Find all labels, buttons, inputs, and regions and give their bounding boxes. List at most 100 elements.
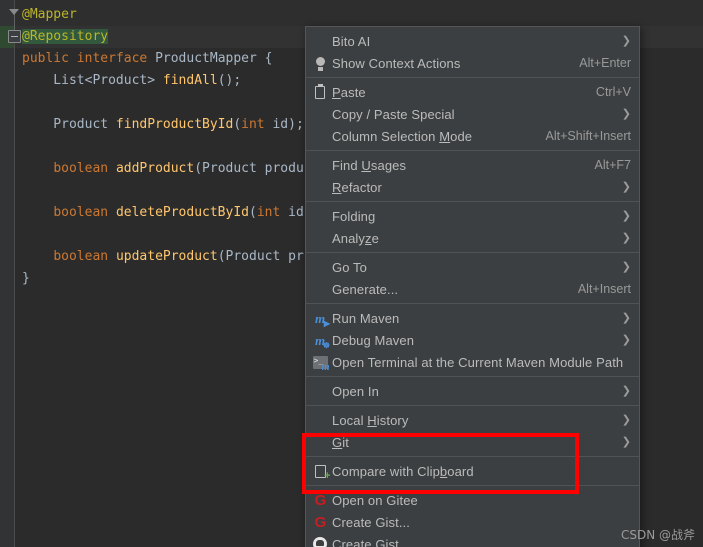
menu-item-label: Analyze: [332, 230, 379, 246]
code-token: (Product pr: [217, 249, 304, 264]
menu-item-icon-placeholder: [308, 178, 332, 196]
menu-separator: [306, 303, 639, 304]
menu-item-refactor[interactable]: Refactor ❯: [306, 176, 639, 198]
code-token: deleteProductById: [115, 205, 249, 220]
fold-collapse-triangle-icon[interactable]: [8, 7, 21, 20]
gitee-icon: G: [314, 513, 327, 531]
compare-icon: [314, 464, 331, 482]
menu-item-show-context-actions[interactable]: Show Context Actions Alt+Enter: [306, 52, 639, 74]
editor-gutter[interactable]: [0, 0, 14, 547]
menu-separator: [306, 201, 639, 202]
clipboard-icon: [308, 83, 332, 101]
code-token: (Product produ: [194, 161, 304, 176]
menu-item-icon-placeholder: [308, 280, 332, 298]
menu-item-open-terminal-at-the-current-maven-module-path[interactable]: >_ m Open Terminal at the Current Maven Mo…: [306, 351, 639, 373]
menu-item-label: Column Selection Mode: [332, 128, 473, 144]
menu-item-label: Open on Gitee: [332, 492, 418, 508]
code-token: ProductMapper: [155, 51, 257, 66]
menu-separator: [306, 456, 639, 457]
maven-run-icon: m ▶: [308, 309, 332, 328]
watermark-text: CSDN @战斧: [620, 528, 695, 542]
menu-item-icon-placeholder: [308, 433, 332, 451]
menu-item-label: Local History: [332, 412, 409, 428]
menu-item-icon-placeholder: [308, 207, 332, 225]
code-line: boolean addProduct(Product produ: [22, 158, 304, 180]
chevron-right-icon: ❯: [621, 34, 631, 47]
menu-item-icon-placeholder: [308, 411, 332, 429]
code-line: @Repository: [22, 26, 304, 48]
menu-item-find-usages[interactable]: Find Usages Alt+F7: [306, 154, 639, 176]
menu-item-label: Open Terminal at the Current Maven Modul…: [332, 354, 624, 370]
chevron-right-icon: ❯: [621, 333, 631, 346]
menu-item-label: Paste: [332, 84, 366, 100]
chevron-right-icon: ❯: [621, 260, 631, 273]
code-token: (: [249, 205, 257, 220]
menu-item-column-selection-mode[interactable]: Column Selection Mode Alt+Shift+Insert: [306, 125, 639, 147]
menu-item-create-gist[interactable]: G Create Gist...: [306, 511, 639, 533]
source-code[interactable]: @Mapper @Repository public interface Produ…: [22, 4, 304, 290]
menu-item-label: Create Gist...: [332, 536, 410, 547]
menu-item-copy-paste-special[interactable]: Copy / Paste Special ❯: [306, 103, 639, 125]
menu-item-run-maven[interactable]: m ▶ Run Maven ❯: [306, 307, 639, 329]
code-token: List<Product>: [22, 73, 163, 88]
gitee-icon: G: [308, 513, 332, 531]
menu-item-generate[interactable]: Generate... Alt+Insert: [306, 278, 639, 300]
chevron-right-icon: ❯: [621, 384, 631, 397]
code-line: boolean deleteProductById(int id: [22, 202, 304, 224]
clipboard-icon: [315, 83, 325, 99]
menu-item-label: Bito AI: [332, 33, 371, 49]
menu-item-icon-placeholder: [308, 258, 332, 276]
terminal-maven-icon: >_ m: [312, 355, 330, 373]
ide-screenshot: @Mapper @Repository public interface Produ…: [0, 0, 703, 547]
menu-item-label: Compare with Clipboard: [332, 463, 474, 479]
run-badge-icon: ▶: [323, 318, 331, 328]
menu-item-label: Debug Maven: [332, 332, 415, 348]
menu-item-open-on-gitee[interactable]: G Open on Gitee: [306, 489, 639, 511]
maven-badge-icon: m: [321, 361, 330, 373]
terminal-maven-icon: >_ m: [308, 353, 332, 373]
menu-item-analyze[interactable]: Analyze ❯: [306, 227, 639, 249]
menu-item-compare-with-clipboard[interactable]: Compare with Clipboard: [306, 460, 639, 482]
menu-item-label: Generate...: [332, 281, 399, 297]
menu-item-folding[interactable]: Folding ❯: [306, 205, 639, 227]
menu-item-shortcut: Alt+Shift+Insert: [545, 129, 631, 143]
bulb-icon: [315, 56, 326, 71]
menu-item-label: Copy / Paste Special: [332, 106, 455, 122]
menu-item-label: Go To: [332, 259, 367, 275]
menu-item-debug-maven[interactable]: m ☸ Debug Maven ❯: [306, 329, 639, 351]
menu-item-local-history[interactable]: Local History ❯: [306, 409, 639, 431]
code-token: id: [280, 205, 304, 220]
menu-separator: [306, 150, 639, 151]
code-line: Product findProductById(int id);: [22, 114, 304, 136]
menu-item-icon-placeholder: [308, 105, 332, 123]
menu-item-label: Git: [332, 434, 349, 450]
code-line: @Mapper: [22, 4, 304, 26]
menu-separator: [306, 405, 639, 406]
code-line: boolean updateProduct(Product pr: [22, 246, 304, 268]
gitee-icon: G: [308, 491, 332, 509]
menu-item-git[interactable]: Git ❯: [306, 431, 639, 453]
fold-collapse-box-icon[interactable]: [8, 30, 21, 43]
menu-item-open-in[interactable]: Open In ❯: [306, 380, 639, 402]
code-token: public: [22, 51, 69, 66]
menu-item-label: Run Maven: [332, 310, 400, 326]
menu-item-label: Find Usages: [332, 157, 407, 173]
editor-context-menu[interactable]: Bito AI ❯ Show Context Actions Alt+Enter Pas…: [305, 26, 640, 547]
code-token: interface: [76, 51, 148, 66]
menu-item-icon-placeholder: [308, 127, 332, 145]
menu-item-icon-placeholder: [308, 382, 332, 400]
code-line: List<Product> findAll();: [22, 70, 304, 92]
menu-separator: [306, 252, 639, 253]
menu-item-label: Refactor: [332, 179, 382, 195]
menu-item-paste[interactable]: Paste Ctrl+V: [306, 81, 639, 103]
menu-item-go-to[interactable]: Go To ❯: [306, 256, 639, 278]
menu-item-bito-ai[interactable]: Bito AI ❯: [306, 30, 639, 52]
chevron-right-icon: ❯: [621, 435, 631, 448]
menu-item-create-gist[interactable]: Create Gist...: [306, 533, 639, 547]
code-token: }: [22, 271, 30, 286]
